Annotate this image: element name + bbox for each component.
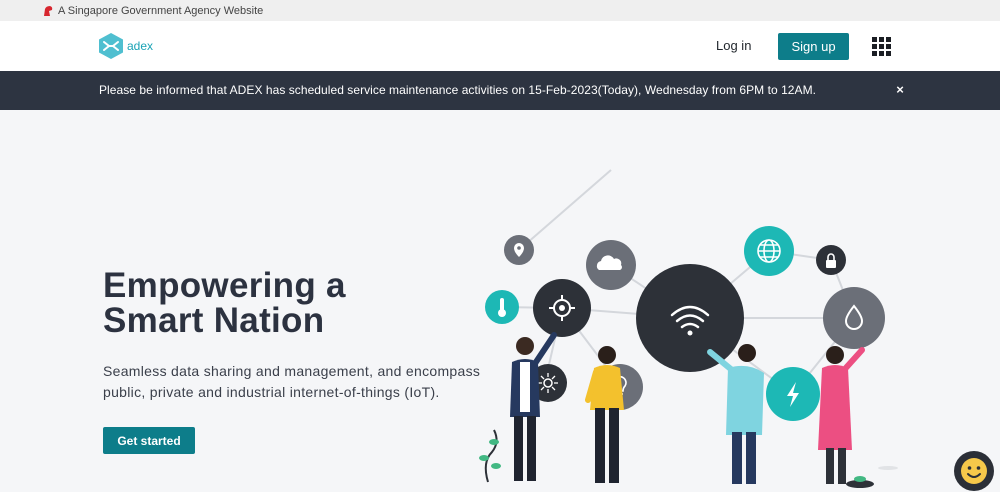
login-button[interactable]: Log in xyxy=(716,38,751,53)
target-node xyxy=(533,279,591,337)
adex-logo[interactable]: adex xyxy=(98,32,153,60)
iot-network-illustration xyxy=(479,169,898,488)
lightning-node xyxy=(766,367,820,421)
globe-node xyxy=(744,226,794,276)
map-pin-node xyxy=(504,235,534,265)
signup-button[interactable]: Sign up xyxy=(778,33,849,60)
adex-logo-icon xyxy=(99,33,123,59)
smiley-icon xyxy=(961,458,987,484)
maintenance-notice-banner: Please be informed that ADEX has schedul… xyxy=(0,71,1000,110)
hero-title-line-2: Smart Nation xyxy=(103,301,325,340)
gov-banner-text: A Singapore Government Agency Website xyxy=(58,4,264,17)
cloud-node xyxy=(586,240,636,290)
person-1 xyxy=(510,332,557,481)
hero-subtitle: Seamless data sharing and management, an… xyxy=(103,363,481,400)
logo-text: adex xyxy=(127,39,154,53)
wifi-node xyxy=(636,264,744,372)
get-started-button[interactable]: Get started xyxy=(103,427,195,454)
lock-node xyxy=(816,245,846,275)
thermometer-node xyxy=(485,290,519,324)
site-header: adex Log in Sign up xyxy=(0,21,1000,71)
gov-banner: A Singapore Government Agency Website xyxy=(0,0,1000,21)
water-drop-node xyxy=(823,287,885,349)
apps-grid-icon[interactable] xyxy=(872,37,891,56)
hero-title-line-1: Empowering a xyxy=(103,266,346,305)
person-4 xyxy=(818,346,865,484)
close-icon[interactable]: × xyxy=(893,83,907,97)
singapore-lion-icon xyxy=(42,5,54,17)
hero-title: Empowering a Smart Nation xyxy=(103,268,403,338)
notice-text: Please be informed that ADEX has schedul… xyxy=(99,83,817,97)
chat-assistant-button[interactable] xyxy=(954,451,994,491)
person-3 xyxy=(707,344,764,484)
